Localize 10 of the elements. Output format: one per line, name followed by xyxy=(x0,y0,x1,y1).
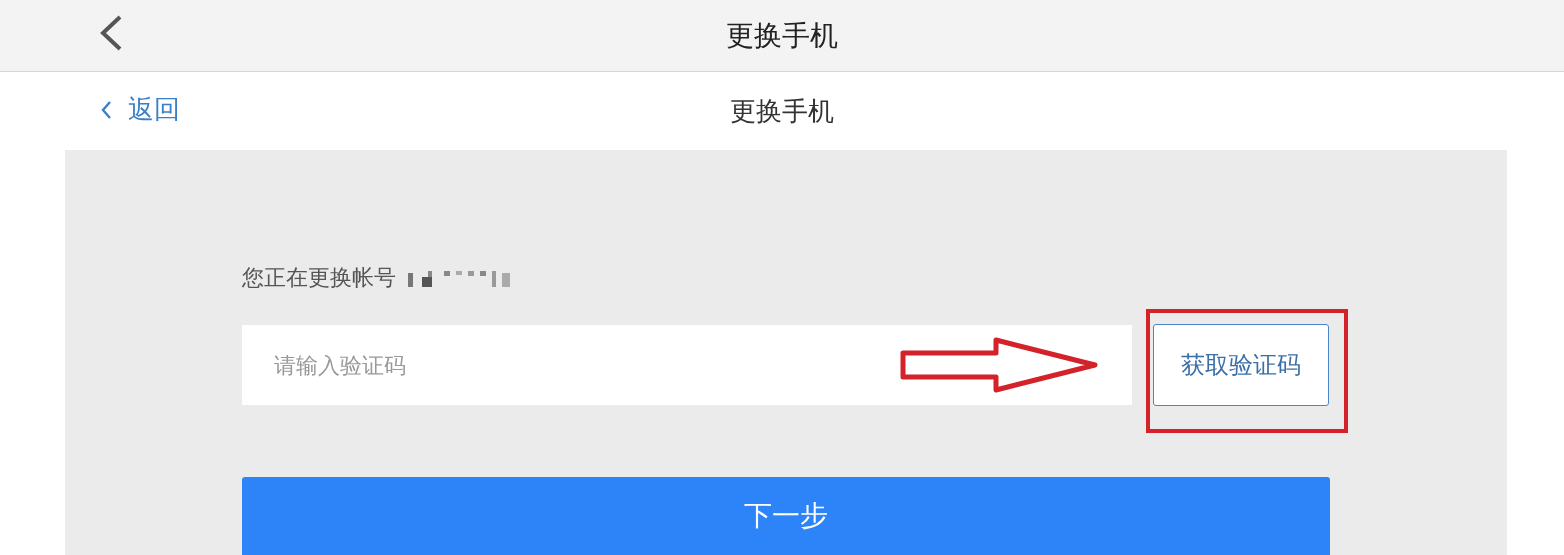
back-link[interactable]: 返回 xyxy=(100,92,180,127)
next-button[interactable]: 下一步 xyxy=(242,477,1330,555)
nav-title: 更换手机 xyxy=(726,17,838,54)
account-label: 您正在更换帐号 xyxy=(242,264,396,292)
back-icon[interactable] xyxy=(98,14,124,52)
code-input-field[interactable]: 请输入验证码 xyxy=(242,325,1132,405)
page-title: 更换手机 xyxy=(730,94,834,128)
back-icon xyxy=(100,99,112,120)
get-code-button[interactable]: 获取验证码 xyxy=(1153,324,1329,406)
annotation-arrow-icon xyxy=(900,337,1100,393)
